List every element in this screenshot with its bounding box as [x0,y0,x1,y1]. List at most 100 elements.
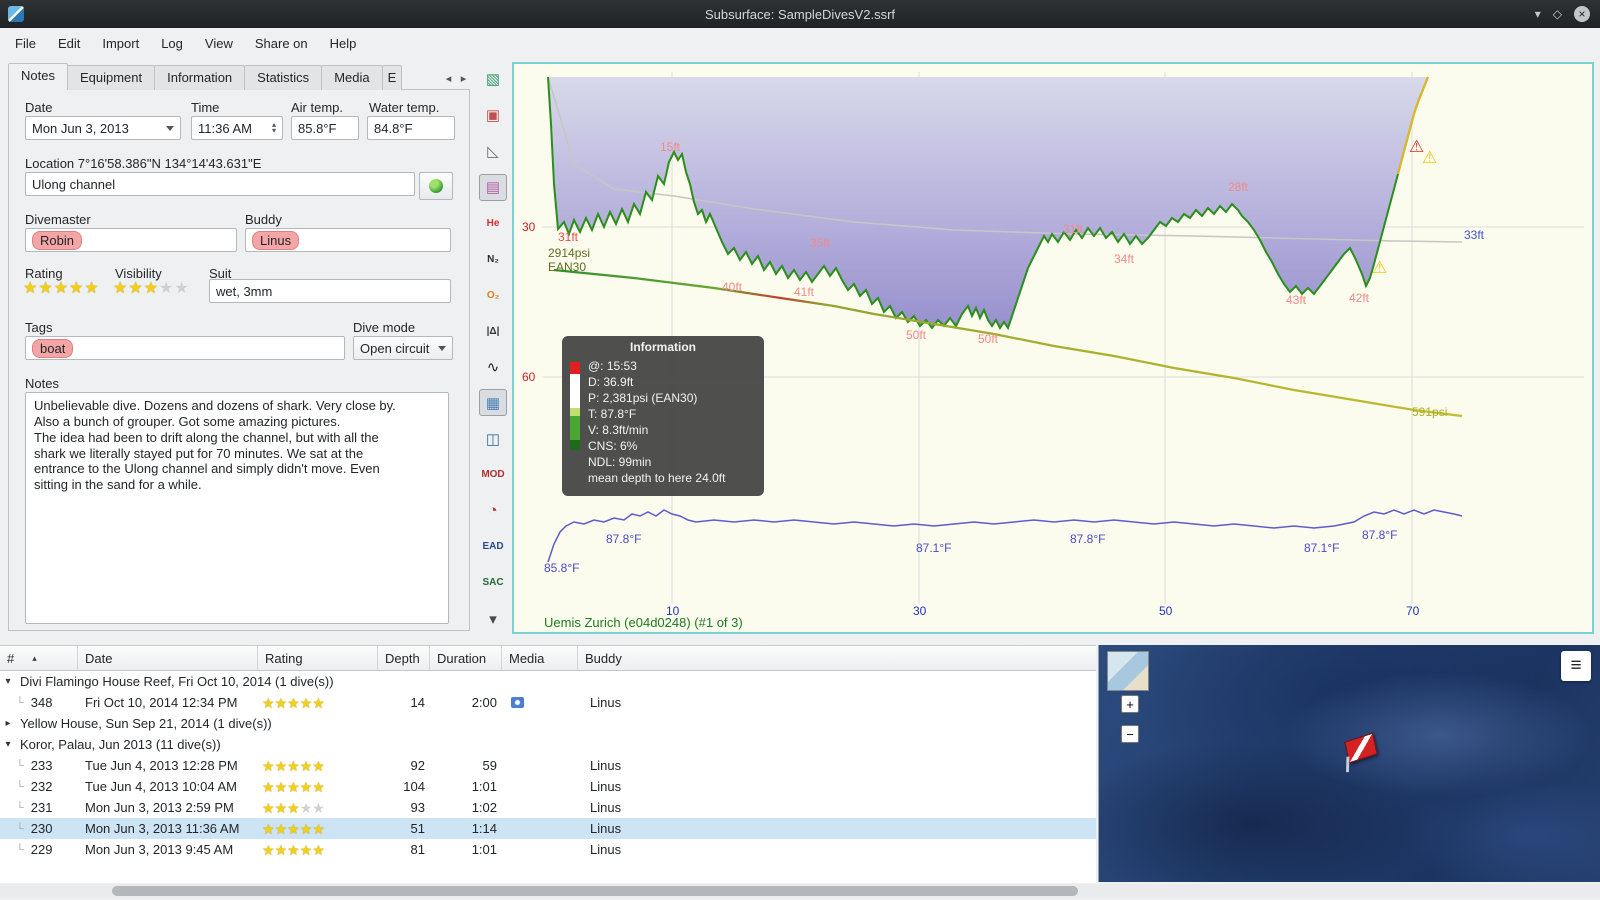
dive-row[interactable]: └ 232 Tue Jun 4, 2013 10:04 AM ★ ★ ★ ★ ★ 104 1:01… [0,776,1096,797]
dive-rating: ★ ★ ★ ★ ★ [258,776,378,797]
buddy-input[interactable]: Linus [245,228,451,252]
suit-input[interactable]: wet, 3mm [209,279,451,303]
photos-icon[interactable]: ▣ [479,102,507,129]
trip-label: Yellow House, Sun Sep 21, 2014 (1 dive(s… [20,716,272,731]
tree-branch: └ [16,780,24,793]
scroll-profile-icon[interactable]: ▾ [479,605,507,632]
zoom-in-button[interactable]: + [1121,695,1139,713]
minimap[interactable] [1107,651,1149,691]
star-icon: ★ [312,778,325,795]
column-header-buddy[interactable]: Buddy [578,646,1096,670]
dive-row[interactable]: └ 229 Mon Jun 3, 2013 9:45 AM ★ ★ ★ ★ ★ 81 1:01 Li… [0,839,1096,860]
dive-computer-icon[interactable]: ◫ [479,425,507,452]
calculated-ceiling-icon[interactable]: ▦ [479,389,507,417]
tab-statistics[interactable]: Statistics [244,65,323,90]
collapse-icon[interactable]: ▾ [0,739,16,750]
scrollbar-handle[interactable] [112,886,1078,896]
tag-token[interactable]: boat [32,338,74,358]
trip-row[interactable]: ▾ Koror, Palau, Jun 2013 (11 dive(s)) [0,734,1096,755]
subsurface-window: Subsurface: SampleDivesV2.ssrf ▾ ◇ × Fil… [0,0,1600,900]
mod-icon[interactable]: MOD [479,461,507,488]
date-select[interactable]: Mon Jun 3, 2013 [25,116,181,140]
dive-row[interactable]: └ 348 Fri Oct 10, 2014 12:34 PM ★ ★ ★ ★ ★ 14 2:00… [0,692,1096,713]
time-stepper[interactable]: ▴ ▾ [272,121,276,135]
trip-row[interactable]: ▸ Yellow House, Sun Sep 21, 2014 (1 dive(… [0,713,1096,734]
menu-edit[interactable]: Edit [47,31,91,56]
menu-help[interactable]: Help [319,31,368,56]
visibility-stars[interactable]: ★ ★ ★ ★ ★ [113,281,189,297]
ndl-tts-icon[interactable]: ◔ [479,497,507,524]
dive-row[interactable]: └ 233 Tue Jun 4, 2013 12:28 PM ★ ★ ★ ★ ★ 92 59 Lin… [0,755,1096,776]
dive-duration: 1:01 [471,779,497,794]
column-header-date[interactable]: Date [78,646,258,670]
column-header-num[interactable]: # ▴ [0,646,78,670]
column-header-duration[interactable]: Duration [430,646,502,670]
menu-bar: File Edit Import Log View Share on Help [0,28,1600,58]
heart-rate-icon[interactable]: ∿ [479,354,507,381]
dive-buddy: Linus [590,779,622,794]
air-temp-input[interactable]: 85.8°F [291,116,359,140]
tags-input[interactable]: boat [25,336,345,360]
ruler-icon[interactable]: ◺ [479,138,507,165]
menu-import[interactable]: Import [91,31,150,56]
collapse-icon[interactable]: ▾ [0,676,16,687]
time-input[interactable]: 11:36 AM ▴ ▾ [191,116,283,140]
star-icon: ★ [287,778,300,795]
shade-button[interactable]: ▾ [1535,6,1541,22]
ceiling-icon[interactable]: ▤ [479,173,507,201]
notes-textarea[interactable]: Unbelievable dive. Dozens and dozens of … [25,392,449,624]
column-header-depth[interactable]: Depth [378,646,430,670]
map-widget[interactable]: + − ≡ [1098,645,1600,882]
dive-row[interactable]: └ 231 Mon Jun 3, 2013 2:59 PM ★ ★ ★ ★ ★ 93 1:02 Li… [0,797,1096,818]
column-header-rating[interactable]: Rating [258,646,378,670]
sac-icon[interactable]: SAC [479,569,507,596]
trip-row[interactable]: ▾ Divi Flamingo House Reef, Fri Oct 10, 2… [0,671,1096,692]
star-icon: ★ [38,280,53,297]
dive-number: 232 [30,779,53,794]
water-temp-input[interactable]: 84.8°F [367,116,455,140]
close-button[interactable]: × [1574,6,1590,22]
location-input[interactable]: Ulong channel [25,172,415,196]
dive-flag-marker[interactable] [1344,732,1378,764]
dive-computer-label: Uemis Zurich (e04d0248) (#1 of 3) [544,615,743,630]
buddy-token[interactable]: Linus [252,230,300,250]
column-header-media[interactable]: Media [502,646,578,670]
expand-icon[interactable]: ▸ [0,718,16,729]
tab-notes[interactable]: Notes [8,63,68,90]
map-locate-button[interactable] [419,172,453,200]
tab-equipment[interactable]: Equipment [66,65,156,90]
trip-label: Koror, Palau, Jun 2013 (11 dive(s)) [20,737,221,752]
dive-mode-select[interactable]: Open circuit [353,336,453,360]
oxygen-graph-icon[interactable]: O₂ [479,282,507,309]
dive-media [502,797,578,818]
tab-e[interactable]: E [381,65,403,90]
menu-view[interactable]: View [194,31,244,56]
divemaster-input[interactable]: Robin [25,228,237,252]
ead-icon[interactable]: EAD [479,533,507,560]
star-icon: ★ [312,841,325,858]
tab-scroll-left-icon[interactable]: ◂ [442,68,455,88]
map-menu-button[interactable]: ≡ [1561,651,1591,681]
zoom-out-button[interactable]: − [1121,725,1139,743]
dive-row[interactable]: └ 230 Mon Jun 3, 2013 11:36 AM ★ ★ ★ ★ ★ 51 1:14 L… [0,818,1096,839]
dive-number: 230 [30,821,53,836]
tab-scroll-right-icon[interactable]: ▸ [457,68,470,88]
chevron-down-icon [438,345,446,351]
menu-file[interactable]: File [4,31,47,56]
photo-markers-icon[interactable]: |Δ| [479,318,507,345]
helium-graph-icon[interactable]: He [479,210,507,237]
location-label: Location 7°16'58.386"N 134°14'43.631"E [25,156,262,171]
divemaster-token[interactable]: Robin [32,230,82,250]
menu-log[interactable]: Log [150,31,194,56]
dive-profile[interactable]: 31ft 15ft 40ft 35ft 41ft 50ft 50ft 31ft 34ft 28ft… [512,62,1594,634]
nitrogen-graph-icon[interactable]: N₂ [479,246,507,273]
tab-information[interactable]: Information [154,65,246,90]
horizontal-scrollbar[interactable] [0,884,1600,898]
tab-media[interactable]: Media [321,65,383,90]
scale-graph-icon[interactable]: ▧ [479,66,507,93]
media-icon[interactable] [511,697,524,708]
profile-info-box[interactable]: Information @: 15:53 D: 36.9ft P: 2,381psi… [562,336,764,496]
menu-share-on[interactable]: Share on [244,31,319,56]
rating-stars[interactable]: ★ ★ ★ ★ ★ [23,281,99,297]
maximize-button[interactable]: ◇ [1553,6,1562,22]
